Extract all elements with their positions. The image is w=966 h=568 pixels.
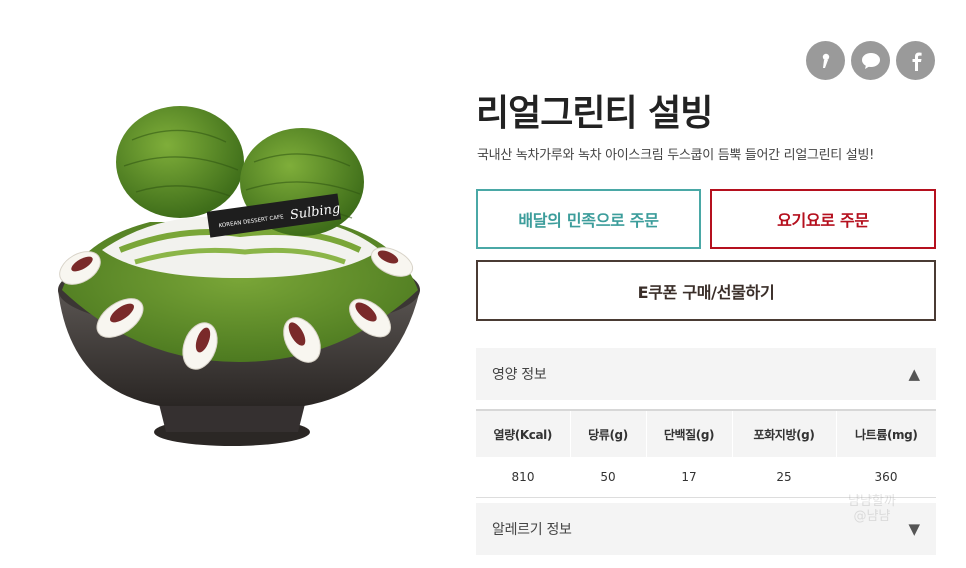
facebook-share-button[interactable] xyxy=(896,41,935,80)
product-title: 리얼그린티 설빙 xyxy=(476,93,713,134)
nutrition-value-row: 810 50 17 25 360 xyxy=(476,457,936,498)
value-protein: 17 xyxy=(646,457,732,498)
header-saturated-fat: 포화지방(g) xyxy=(732,409,837,457)
kakaostory-share-button[interactable] xyxy=(806,41,845,80)
value-sugar: 50 xyxy=(570,457,646,498)
expand-arrow-icon: ▼ xyxy=(908,520,920,538)
yogiyo-order-button[interactable]: 요기요로 주문 xyxy=(710,189,936,249)
product-image: KOREAN DESSERT CAFE Sulbing xyxy=(40,100,440,460)
nutrition-info-toggle[interactable]: 영양 정보 ▲ xyxy=(476,348,936,400)
allergy-info-toggle[interactable]: 알레르기 정보 ▼ xyxy=(476,503,936,555)
product-description: 국내산 녹차가루와 녹차 아이스크림 두스쿱이 듬뿍 들어간 리얼그린티 설빙! xyxy=(477,148,875,163)
ecoupon-purchase-label: E쿠폰 구매/선물하기 xyxy=(637,282,775,302)
kakaotalk-share-button[interactable] xyxy=(851,41,890,80)
header-sodium: 나트륨(mg) xyxy=(836,409,936,457)
product-detail-page: KOREAN DESSERT CAFE Sulbing 리얼그린티 설빙 국내산… xyxy=(0,0,966,568)
value-saturated-fat: 25 xyxy=(732,457,836,498)
yogiyo-order-label: 요기요로 주문 xyxy=(777,211,869,230)
kakaostory-icon xyxy=(822,53,829,68)
collapse-arrow-icon: ▲ xyxy=(908,365,920,383)
nutrition-table: 열량(Kcal) 당류(g) 단백질(g) 포화지방(g) 나트륨(mg) 81… xyxy=(476,409,936,498)
nutrition-info-label: 영양 정보 xyxy=(492,367,547,383)
ecoupon-purchase-button[interactable]: E쿠폰 구매/선물하기 xyxy=(476,260,936,321)
baemin-order-label: 배달의 민족으로 주문 xyxy=(518,211,659,230)
header-sugar: 당류(g) xyxy=(570,409,647,457)
value-sodium: 360 xyxy=(836,457,936,498)
header-calories: 열량(Kcal) xyxy=(476,409,571,457)
share-buttons xyxy=(806,41,935,80)
bingsu-illustration: KOREAN DESSERT CAFE Sulbing xyxy=(58,106,420,446)
value-calories: 810 xyxy=(476,457,570,498)
header-protein: 단백질(g) xyxy=(646,409,733,457)
baemin-order-button[interactable]: 배달의 민족으로 주문 xyxy=(476,189,701,249)
kakaotalk-icon xyxy=(861,52,880,69)
facebook-icon xyxy=(912,52,922,71)
nutrition-header-row: 열량(Kcal) 당류(g) 단백질(g) 포화지방(g) 나트륨(mg) xyxy=(476,409,936,457)
allergy-info-label: 알레르기 정보 xyxy=(492,522,572,538)
